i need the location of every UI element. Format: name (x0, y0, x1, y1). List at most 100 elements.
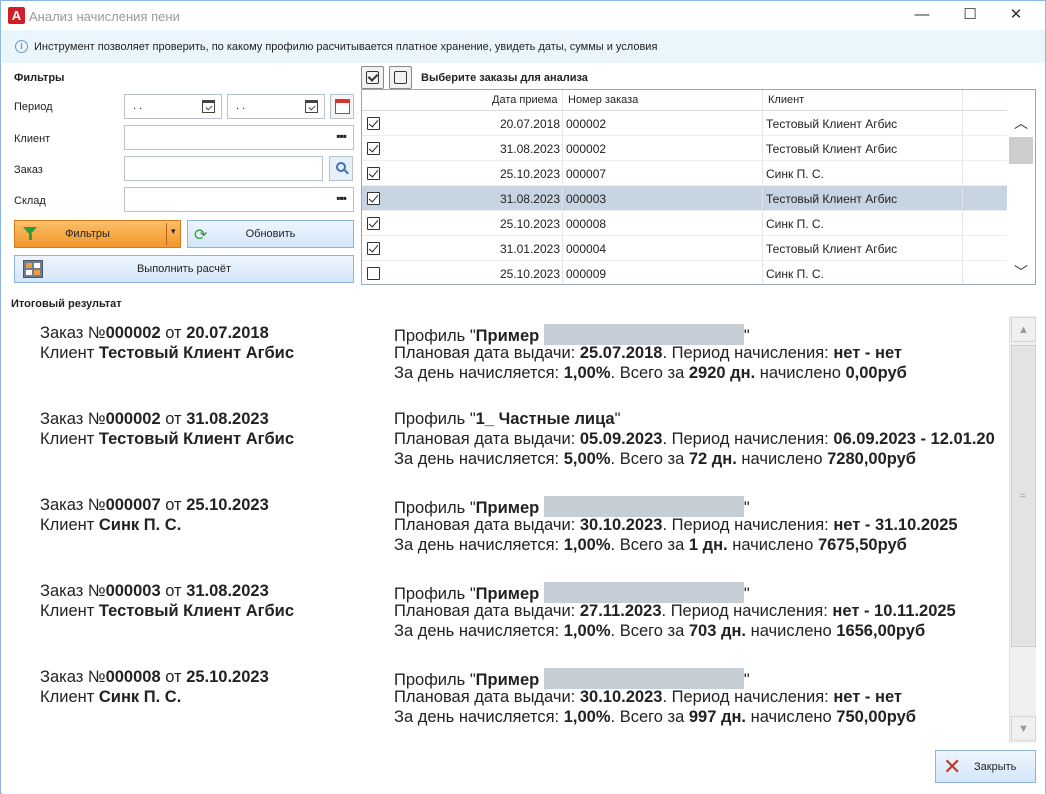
days-count: 2920 дн. (688, 364, 756, 382)
warehouse-field[interactable]: ▪▪▪ (124, 187, 354, 212)
client-name: Синк П. С. (98, 516, 182, 534)
calendar-icon (335, 99, 350, 114)
scroll-up-icon[interactable]: ︿ (1007, 111, 1035, 136)
result-item: Заказ №000002 от 20.07.2018 Клиент Тестов… (14, 318, 1009, 398)
result-order-line: Заказ №000008 от 25.10.2023 (40, 668, 269, 686)
daily-rate: 1,00% (563, 536, 611, 554)
scroll-up-icon[interactable]: ▲ (1011, 317, 1036, 342)
table-row[interactable]: 25.10.2023 000008 Синк П. С. (362, 211, 1007, 236)
filters-button[interactable]: Фильтры ▾ (14, 220, 181, 248)
row-checkbox[interactable] (367, 142, 380, 155)
calendar-button[interactable] (330, 94, 354, 119)
accrued-amount: 1656,00руб (836, 622, 926, 640)
redacted-block (543, 582, 744, 603)
result-order-line: Заказ №000002 от 31.08.2023 (40, 410, 269, 428)
check-all-icon (366, 71, 379, 84)
col-header-date[interactable]: Дата приема (492, 94, 557, 106)
order-number: 000002 (105, 324, 161, 342)
cell-date: 20.07.2018 (499, 117, 560, 131)
client-name: Синк П. С. (98, 688, 182, 706)
calendar-check-icon[interactable] (305, 100, 318, 113)
minimize-button[interactable]: — (899, 1, 945, 30)
order-date: 25.10.2023 (186, 496, 269, 514)
result-profile-line: Профиль "Пример " (394, 324, 750, 346)
close-button[interactable]: ✕ Закрыть (935, 750, 1036, 783)
plan-date: 05.09.2023 (579, 430, 663, 448)
col-header-number[interactable]: Номер заказа (568, 94, 638, 106)
row-checkbox[interactable] (367, 267, 380, 280)
result-amount-line: За день начисляется: 1,00%. Всего за 292… (394, 364, 907, 382)
result-profile-line: Профиль "Пример " (394, 496, 750, 518)
plan-date: 30.10.2023 (579, 688, 663, 706)
plan-date: 30.10.2023 (579, 516, 663, 534)
cell-order-number: 000002 (566, 117, 607, 131)
result-client-line: Клиент Тестовый Клиент Агбис (40, 430, 294, 448)
cell-client: Синк П. С. (766, 217, 824, 231)
row-checkbox[interactable] (367, 217, 380, 230)
daily-rate: 1,00% (563, 708, 611, 726)
row-checkbox[interactable] (367, 242, 380, 255)
result-amount-line: За день начисляется: 5,00%. Всего за 72 … (394, 450, 916, 468)
table-row[interactable]: 20.07.2018 000002 Тестовый Клиент Агбис (362, 111, 1007, 136)
result-order-line: Заказ №000002 от 20.07.2018 (40, 324, 269, 342)
info-icon: i (15, 40, 28, 53)
scroll-down-icon[interactable]: ▼ (1011, 716, 1036, 741)
client-field[interactable]: ▪▪▪ (124, 125, 354, 150)
result-order-line: Заказ №000003 от 31.08.2023 (40, 582, 269, 600)
period-from-field[interactable]: . . (124, 94, 222, 119)
refresh-button[interactable]: ⟳ Обновить (187, 220, 354, 248)
days-count: 72 дн. (688, 450, 737, 468)
table-row[interactable]: 25.10.2023 000007 Синк П. С. (362, 161, 1007, 186)
order-search-button[interactable] (329, 156, 353, 181)
profile-name: Пример (475, 327, 540, 345)
ellipsis-icon[interactable]: ▪▪▪ (336, 191, 347, 205)
app-logo-icon: А (8, 7, 25, 24)
daily-rate: 1,00% (563, 622, 611, 640)
table-row[interactable]: 31.08.2023 000003 Тестовый Клиент Агбис (362, 186, 1007, 211)
order-number: 000007 (105, 496, 161, 514)
client-name: Тестовый Клиент Агбис (98, 602, 294, 620)
profile-name: 1_ Частные лица (475, 410, 615, 428)
row-checkbox[interactable] (367, 192, 380, 205)
client-label: Клиент (14, 133, 51, 145)
title-bar[interactable]: А Анализ начисления пени — ☐ ✕ (1, 1, 1045, 30)
result-plan-line: Плановая дата выдачи: 27.11.2023. Период… (394, 602, 956, 620)
deselect-all-button[interactable] (389, 66, 412, 89)
scroll-down-icon[interactable]: ﹀ (1007, 260, 1035, 284)
grip-icon: = (1020, 491, 1026, 502)
result-item: Заказ №000008 от 25.10.2023 Клиент Синк П… (14, 662, 1009, 742)
daily-rate: 1,00% (563, 364, 611, 382)
chevron-down-icon[interactable]: ▾ (171, 226, 176, 237)
maximize-button[interactable]: ☐ (947, 1, 993, 30)
orders-scrollbar[interactable]: ︿ ﹀ (1007, 111, 1035, 284)
table-row[interactable]: 31.01.2023 000004 Тестовый Клиент Агбис (362, 236, 1007, 261)
col-header-client[interactable]: Клиент (768, 94, 804, 106)
table-row[interactable]: 31.08.2023 000002 Тестовый Клиент Агбис (362, 136, 1007, 161)
calendar-check-icon[interactable] (202, 100, 215, 113)
result-plan-line: Плановая дата выдачи: 05.09.2023. Период… (394, 430, 995, 448)
select-all-button[interactable] (361, 66, 384, 89)
main-area: Фильтры Период . . . . Клиент ▪▪▪ Заказ … (2, 63, 1045, 794)
table-row[interactable]: 25.10.2023 000009 Синк П. С. (362, 261, 1007, 284)
order-field[interactable] (124, 156, 323, 181)
close-window-button[interactable]: ✕ (993, 1, 1039, 30)
calculate-button[interactable]: Выполнить расчёт (14, 255, 354, 283)
result-amount-line: За день начисляется: 1,00%. Всего за 997… (394, 708, 916, 726)
results-scrollbar[interactable]: ▲ = ▼ (1009, 316, 1036, 743)
cell-date: 25.10.2023 (499, 167, 560, 181)
redacted-block (543, 668, 744, 689)
cell-order-number: 000009 (566, 267, 607, 281)
row-checkbox[interactable] (367, 167, 380, 180)
plan-date: 25.07.2018 (579, 344, 663, 362)
scroll-thumb[interactable] (1009, 137, 1033, 164)
cell-date: 31.08.2023 (499, 192, 560, 206)
window-title: Анализ начисления пени (29, 9, 180, 24)
period-from-value: . . (133, 100, 143, 112)
cell-client: Тестовый Клиент Агбис (766, 242, 898, 256)
row-checkbox[interactable] (367, 117, 380, 130)
result-plan-line: Плановая дата выдачи: 30.10.2023. Период… (394, 516, 958, 534)
period-to-field[interactable]: . . (227, 94, 325, 119)
ellipsis-icon[interactable]: ▪▪▪ (336, 129, 347, 143)
results-title: Итоговый результат (11, 298, 122, 310)
period-to-value: . . (236, 100, 246, 112)
